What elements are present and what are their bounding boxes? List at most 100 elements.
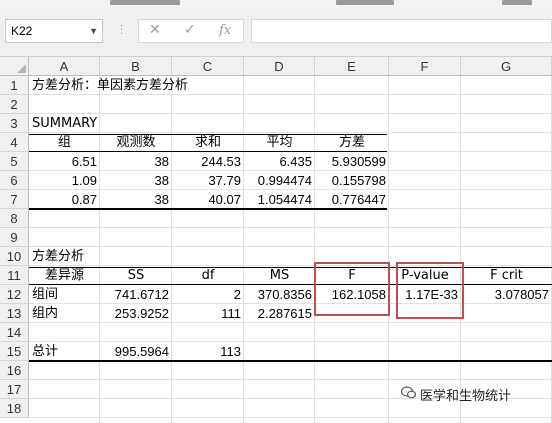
cell[interactable]: 3.078057	[461, 285, 552, 304]
cell[interactable]: 观测数	[100, 133, 172, 152]
row-header[interactable]: 11	[0, 266, 29, 285]
cell[interactable]: 6.51	[29, 152, 100, 171]
column-header[interactable]: E	[315, 57, 389, 76]
column-header[interactable]: B	[100, 57, 172, 76]
cell[interactable]: 求和	[172, 133, 244, 152]
cell[interactable]: 37.79	[172, 171, 244, 190]
cell[interactable]: 组	[29, 133, 100, 152]
cell[interactable]: 111	[172, 304, 244, 323]
column-header[interactable]: F	[389, 57, 461, 76]
cell[interactable]: 平均	[244, 133, 315, 152]
name-box-value: K22	[11, 24, 33, 38]
watermark: 医学和生物统计	[420, 389, 512, 404]
cell[interactable]: 995.5964	[100, 342, 172, 361]
select-all-button[interactable]	[0, 57, 29, 76]
row-header[interactable]: 2	[0, 95, 29, 114]
table-rule	[29, 134, 387, 135]
cell[interactable]: 38	[100, 190, 172, 209]
row-header[interactable]: 14	[0, 323, 29, 342]
cell[interactable]: 0.776447	[315, 190, 389, 209]
row-header[interactable]: 7	[0, 190, 29, 209]
formula-icons: ✕ ✓ fx	[138, 19, 244, 43]
row-header[interactable]: 10	[0, 247, 29, 266]
column-header[interactable]: C	[172, 57, 244, 76]
gridline	[29, 227, 552, 228]
cancel-icon[interactable]: ✕	[149, 22, 161, 38]
table-rule	[29, 284, 552, 285]
highlight-box-pvalue	[396, 262, 464, 319]
row-header[interactable]: 8	[0, 209, 29, 228]
gridline	[29, 113, 552, 114]
ribbon-tab-fragment[interactable]	[336, 0, 394, 5]
formula-bar-area: K22 ▼ · · · ✕ ✓ fx	[0, 8, 552, 57]
ribbon-tab-fragment[interactable]	[502, 0, 532, 5]
column-header[interactable]: D	[244, 57, 315, 76]
cell[interactable]: 差异源	[29, 266, 100, 285]
cell[interactable]: 40.07	[172, 190, 244, 209]
table-rule	[29, 360, 552, 362]
cell[interactable]: 6.435	[244, 152, 315, 171]
cell[interactable]: 1.054474	[244, 190, 315, 209]
cell[interactable]: 1.09	[29, 171, 100, 190]
row-header[interactable]: 13	[0, 304, 29, 323]
gridline	[460, 76, 461, 423]
spreadsheet-grid: ABCDEFG 1 2 3 4 5 6 7 8 9 10 11 12 13 14 15 16 17 18 方差分析…	[0, 57, 552, 423]
cell[interactable]: 113	[172, 342, 244, 361]
wechat-icon	[401, 386, 416, 399]
cell[interactable]: 组间	[29, 285, 100, 304]
gridline	[243, 76, 244, 423]
cell[interactable]: 2.287615	[244, 304, 315, 323]
column-header[interactable]: A	[29, 57, 100, 76]
cell[interactable]: 253.9252	[100, 304, 172, 323]
table-rule	[29, 267, 552, 268]
column-header[interactable]: G	[461, 57, 552, 76]
more-icon[interactable]: · · ·	[120, 22, 123, 40]
cell[interactable]: 244.53	[172, 152, 244, 171]
chevron-down-icon[interactable]: ▼	[89, 20, 98, 42]
cell[interactable]: 总计	[29, 342, 100, 361]
cell[interactable]: F crit	[461, 266, 552, 285]
cell[interactable]: 38	[100, 152, 172, 171]
cell[interactable]: 0.87	[29, 190, 100, 209]
formula-input[interactable]	[251, 19, 552, 43]
row-header[interactable]: 4	[0, 133, 29, 152]
row-header[interactable]: 6	[0, 171, 29, 190]
cell[interactable]: 方差	[315, 133, 389, 152]
cell[interactable]: SUMMARY	[29, 114, 97, 133]
cell[interactable]: 38	[100, 171, 172, 190]
row-header[interactable]: 3	[0, 114, 29, 133]
name-box[interactable]: K22 ▼	[5, 19, 103, 43]
cell[interactable]: 741.6712	[100, 285, 172, 304]
cell[interactable]: 方差分析：单因素方差分析	[29, 76, 188, 95]
row-header[interactable]: 15	[0, 342, 29, 361]
gridline	[314, 76, 315, 423]
gridline	[388, 76, 389, 423]
row-header[interactable]: 9	[0, 228, 29, 247]
cell[interactable]: df	[172, 266, 244, 285]
cell[interactable]: 5.930599	[315, 152, 389, 171]
cell[interactable]: 方差分析	[29, 247, 84, 266]
gridline	[29, 379, 552, 380]
cell[interactable]: 0.155798	[315, 171, 389, 190]
cell[interactable]: 0.994474	[244, 171, 315, 190]
ribbon-tab-fragment[interactable]	[110, 0, 180, 5]
cell[interactable]: 2	[172, 285, 244, 304]
cell[interactable]: SS	[100, 266, 172, 285]
enter-icon[interactable]: ✓	[184, 22, 196, 38]
gridline	[171, 76, 172, 423]
table-rule	[29, 151, 387, 152]
gridline	[99, 76, 100, 423]
fx-icon[interactable]: fx	[219, 23, 231, 38]
table-rule	[29, 208, 387, 210]
row-header[interactable]: 1	[0, 76, 29, 95]
highlight-box-f	[314, 262, 390, 316]
row-header[interactable]: 5	[0, 152, 29, 171]
row-header[interactable]: 18	[0, 399, 29, 418]
cell[interactable]: 370.8356	[244, 285, 315, 304]
row-header[interactable]: 17	[0, 380, 29, 399]
cell[interactable]: MS	[244, 266, 315, 285]
row-header[interactable]: 12	[0, 285, 29, 304]
cell[interactable]: 组内	[29, 304, 100, 323]
gridline	[29, 417, 552, 418]
row-header[interactable]: 16	[0, 361, 29, 380]
